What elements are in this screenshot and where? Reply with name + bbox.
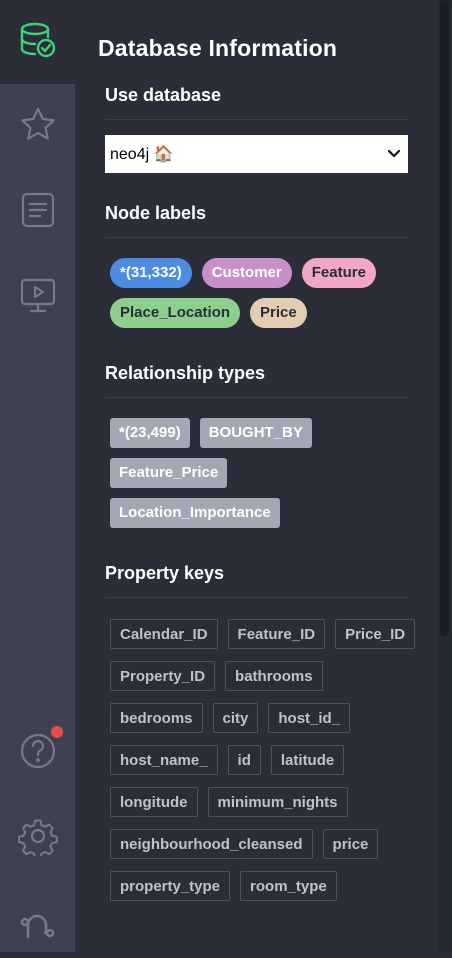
node-label-badge[interactable]: Feature bbox=[301, 258, 376, 288]
divider bbox=[105, 237, 408, 238]
sidebar-item-settings[interactable] bbox=[0, 803, 75, 873]
property-keys-list: Calendar_ID Feature_ID Price_ID Property_ID… bbox=[110, 619, 430, 913]
monitor-play-icon bbox=[19, 276, 57, 319]
node-label-badge[interactable]: Customer bbox=[201, 258, 292, 288]
property-key-badge[interactable]: host_name_ bbox=[110, 745, 218, 775]
sidebar-item-documents[interactable] bbox=[0, 177, 75, 247]
sidebar-item-database[interactable] bbox=[0, 0, 75, 84]
node-label-badge[interactable]: Place_Location bbox=[110, 298, 241, 328]
relationship-types-list: *(23,499) BOUGHT_BY Feature_Price Location_… bbox=[110, 418, 330, 538]
sidebar-item-about[interactable] bbox=[0, 888, 75, 958]
property-key-badge[interactable]: Property_ID bbox=[110, 661, 216, 691]
document-icon bbox=[20, 191, 56, 234]
database-select-value: neo4j 🏠 bbox=[110, 146, 174, 163]
notification-dot bbox=[51, 726, 63, 738]
star-icon bbox=[19, 106, 57, 149]
property-key-badge[interactable]: id bbox=[227, 745, 261, 775]
gear-icon bbox=[17, 816, 58, 861]
divider bbox=[105, 397, 408, 398]
use-database-heading: Use database bbox=[105, 85, 222, 105]
property-key-badge[interactable]: minimum_nights bbox=[207, 787, 348, 817]
property-key-badge[interactable]: price bbox=[322, 829, 379, 859]
property-key-badge[interactable]: latitude bbox=[270, 745, 345, 775]
property-key-badge[interactable]: city bbox=[212, 703, 259, 733]
node-labels-list: *(31,332) Customer Feature Place_Location Pr… bbox=[110, 258, 410, 338]
panel-title: Database Information bbox=[98, 35, 338, 61]
property-key-badge[interactable]: neighbourhood_cleansed bbox=[110, 829, 313, 859]
sidebar-item-help[interactable] bbox=[0, 718, 75, 788]
property-key-badge[interactable]: longitude bbox=[110, 787, 198, 817]
property-key-badge[interactable]: bathrooms bbox=[225, 661, 323, 691]
divider bbox=[105, 119, 408, 120]
sidebar-item-guides[interactable] bbox=[0, 262, 75, 332]
sidebar-item-favorites[interactable] bbox=[0, 92, 75, 162]
relationship-type-badge[interactable]: Location_Importance bbox=[110, 498, 280, 528]
node-label-badge[interactable]: *(31,332) bbox=[110, 258, 192, 288]
database-select[interactable]: neo4j 🏠 bbox=[105, 135, 408, 173]
relationship-type-badge[interactable]: BOUGHT_BY bbox=[199, 418, 312, 448]
property-key-badge[interactable]: property_type bbox=[110, 871, 231, 901]
relationship-types-heading: Relationship types bbox=[105, 363, 266, 383]
node-label-badge[interactable]: Price bbox=[250, 298, 307, 328]
divider bbox=[105, 597, 408, 598]
relationship-type-badge[interactable]: Feature_Price bbox=[110, 458, 228, 488]
panel-scrollbar-thumb[interactable] bbox=[440, 0, 449, 636]
database-icon bbox=[18, 20, 58, 65]
node-labels-heading: Node labels bbox=[105, 203, 207, 223]
property-key-badge[interactable]: bedrooms bbox=[110, 703, 203, 733]
help-icon bbox=[19, 732, 57, 775]
property-key-badge[interactable]: host_id_ bbox=[268, 703, 351, 733]
property-key-badge[interactable]: Calendar_ID bbox=[110, 619, 218, 649]
neo4j-icon bbox=[18, 901, 58, 946]
chevron-down-icon bbox=[387, 145, 401, 163]
property-key-badge[interactable]: Feature_ID bbox=[227, 619, 326, 649]
property-key-badge[interactable]: Price_ID bbox=[335, 619, 416, 649]
relationship-type-badge[interactable]: *(23,499) bbox=[110, 418, 190, 448]
property-keys-heading: Property keys bbox=[105, 563, 225, 583]
property-key-badge[interactable]: room_type bbox=[240, 871, 337, 901]
